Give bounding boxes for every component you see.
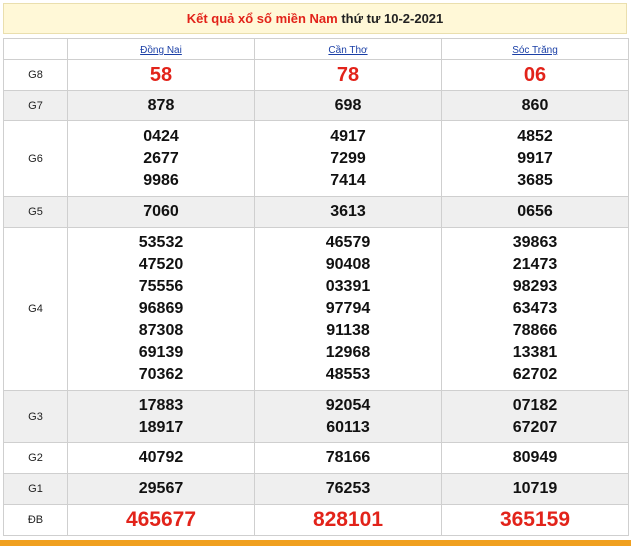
prize-row-special: ĐB 465677 828101 365159 — [3, 504, 629, 536]
prize-value: 53532 47520 75556 96869 87308 69139 7036… — [67, 227, 255, 391]
prize-label: G5 — [3, 196, 68, 228]
table-header-row: Đồng Nai Cần Thơ Sóc Trăng — [3, 38, 629, 60]
lottery-results-panel: Kết quả xổ số miền Nam thứ tư 10-2-2021 … — [0, 0, 631, 546]
prize-label: G8 — [3, 59, 68, 91]
prize-label: G6 — [3, 120, 68, 197]
special-prize-value: 365159 — [441, 504, 629, 536]
header-province-3: Sóc Trăng — [441, 38, 629, 60]
prize-value: 07182 67207 — [441, 390, 629, 443]
prize-value: 0424 2677 9986 — [67, 120, 255, 197]
province-link-can-tho[interactable]: Cần Thơ — [328, 45, 367, 56]
province-link-dong-nai[interactable]: Đồng Nai — [140, 45, 182, 56]
prize-value: 76253 — [254, 473, 442, 505]
prize-value: 78166 — [254, 442, 442, 474]
prize-value: 58 — [67, 59, 255, 91]
prize-label: G2 — [3, 442, 68, 474]
prize-value: 92054 60113 — [254, 390, 442, 443]
prize-value: 40792 — [67, 442, 255, 474]
results-table: Đồng Nai Cần Thơ Sóc Trăng G8 58 78 06 G… — [3, 38, 629, 536]
prize-value: 39863 21473 98293 63473 78866 13381 6270… — [441, 227, 629, 391]
prize-row-g4: G4 53532 47520 75556 96869 87308 69139 7… — [3, 227, 629, 391]
prize-value: 7060 — [67, 196, 255, 228]
prize-value: 860 — [441, 90, 629, 121]
prize-value: 4917 7299 7414 — [254, 120, 442, 197]
results-title: Kết quả xổ số miền Nam thứ tư 10-2-2021 — [3, 3, 627, 34]
prize-value: 3613 — [254, 196, 442, 228]
prize-value: 17883 18917 — [67, 390, 255, 443]
prize-value: 80949 — [441, 442, 629, 474]
prize-label: G4 — [3, 227, 68, 391]
prize-label: G3 — [3, 390, 68, 443]
prize-label: G7 — [3, 90, 68, 121]
prize-value: 78 — [254, 59, 442, 91]
prize-row-g5: G5 7060 3613 0656 — [3, 196, 629, 228]
special-prize-value: 828101 — [254, 504, 442, 536]
prize-value: 0656 — [441, 196, 629, 228]
prize-value: 46579 90408 03391 97794 91138 12968 4855… — [254, 227, 442, 391]
prize-value: 06 — [441, 59, 629, 91]
prize-label: G1 — [3, 473, 68, 505]
prize-value: 698 — [254, 90, 442, 121]
header-empty-cell — [3, 38, 68, 60]
prize-row-g3: G3 17883 18917 92054 60113 07182 67207 — [3, 390, 629, 443]
prize-value: 10719 — [441, 473, 629, 505]
prize-label: ĐB — [3, 504, 68, 536]
prize-row-g6: G6 0424 2677 9986 4917 7299 7414 4852 99… — [3, 120, 629, 197]
title-text: Kết quả xổ số miền Nam — [186, 11, 338, 26]
prize-row-g2: G2 40792 78166 80949 — [3, 442, 629, 474]
footer-bar — [0, 540, 631, 546]
prize-value: 4852 9917 3685 — [441, 120, 629, 197]
header-province-1: Đồng Nai — [67, 38, 255, 60]
header-province-2: Cần Thơ — [254, 38, 442, 60]
province-link-soc-trang[interactable]: Sóc Trăng — [512, 45, 558, 56]
prize-value: 29567 — [67, 473, 255, 505]
prize-row-g8: G8 58 78 06 — [3, 59, 629, 91]
title-date: thứ tư 10-2-2021 — [341, 11, 444, 26]
prize-row-g7: G7 878 698 860 — [3, 90, 629, 121]
prize-row-g1: G1 29567 76253 10719 — [3, 473, 629, 505]
special-prize-value: 465677 — [67, 504, 255, 536]
prize-value: 878 — [67, 90, 255, 121]
